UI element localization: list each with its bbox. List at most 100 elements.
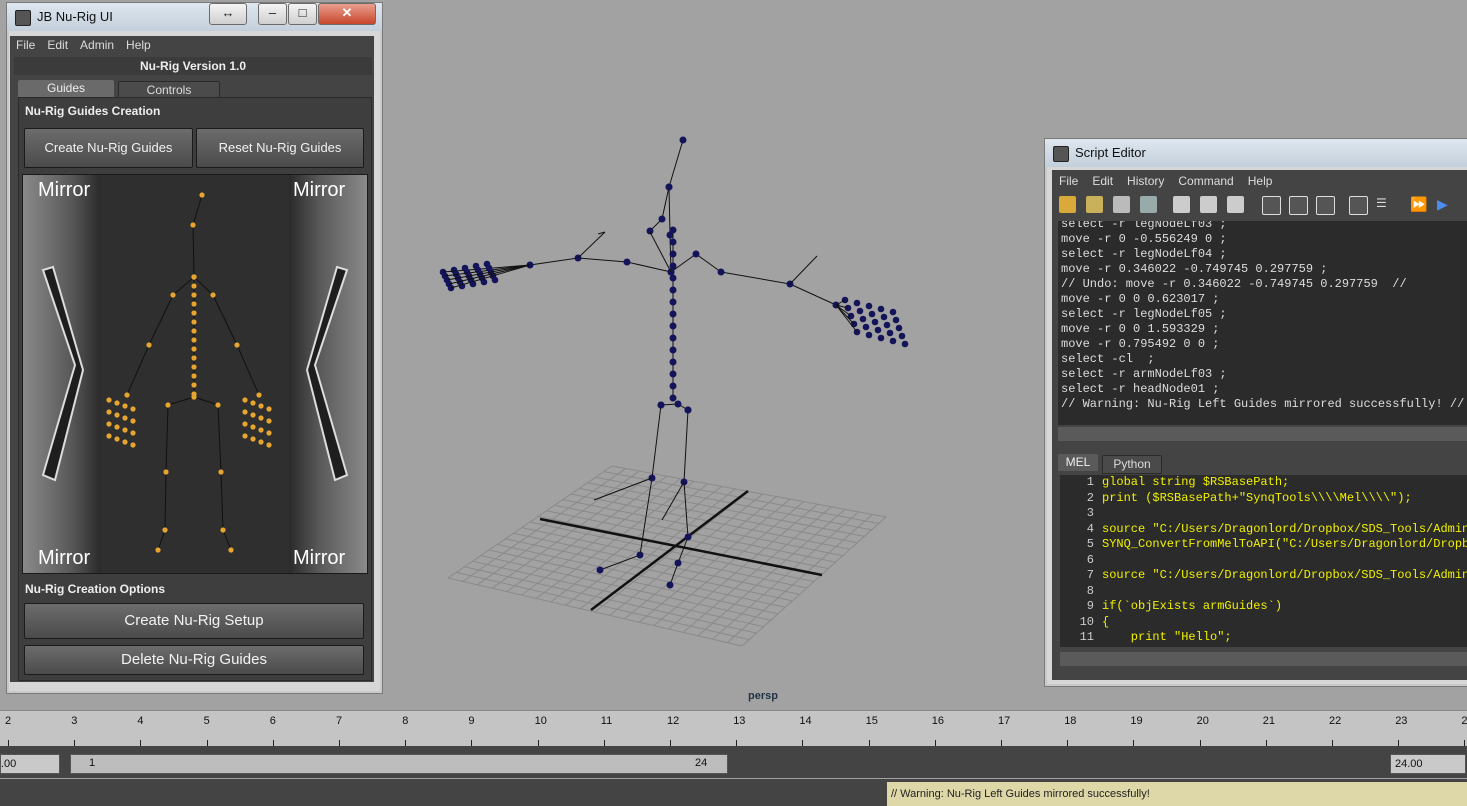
picker-joint[interactable] [191, 373, 197, 379]
reset-guides-button[interactable]: Reset Nu-Rig Guides [196, 128, 364, 168]
picker-joint[interactable] [191, 382, 197, 388]
picker-joint[interactable] [250, 412, 256, 418]
picker-joint[interactable] [155, 547, 161, 553]
close-button[interactable]: ✕ [318, 3, 376, 25]
picker-joint[interactable] [250, 436, 256, 442]
save-script-icon[interactable] [1113, 196, 1130, 213]
picker-joint[interactable] [191, 292, 197, 298]
se-menu-help[interactable]: Help [1241, 172, 1280, 188]
picker-joint[interactable] [130, 430, 136, 436]
picker-joint[interactable] [191, 328, 197, 334]
create-setup-button[interactable]: Create Nu-Rig Setup [24, 603, 364, 639]
picker-joint[interactable] [210, 292, 216, 298]
picker-joint[interactable] [266, 442, 272, 448]
picker-joint[interactable] [250, 424, 256, 430]
show-history-icon[interactable] [1262, 196, 1281, 215]
picker-joint[interactable] [215, 402, 221, 408]
picker-joint[interactable] [258, 427, 264, 433]
picker-joint[interactable] [114, 424, 120, 430]
picker-joint[interactable] [106, 409, 112, 415]
script-editor-titlebar[interactable]: Script Editor [1045, 139, 1467, 167]
source-script-icon[interactable] [1086, 196, 1103, 213]
clear-all-icon[interactable] [1227, 196, 1244, 213]
picker-joint[interactable] [199, 192, 205, 198]
mirror-top-left[interactable]: Mirror [38, 179, 90, 202]
picker-joint[interactable] [190, 222, 196, 228]
time-slider[interactable]: 2 3 4 5 6 7 8 9 10 11 12 13 14 15 16 17 18 19 20 21 22 23 2 [0, 710, 1467, 746]
se-menu-file[interactable]: File [1052, 172, 1085, 188]
picker-joint[interactable] [266, 430, 272, 436]
picker-joint[interactable] [242, 409, 248, 415]
mirror-bottom-left[interactable]: Mirror [38, 547, 90, 570]
picker-joint[interactable] [191, 310, 197, 316]
picker-joint[interactable] [266, 418, 272, 424]
tab-python[interactable]: Python [1102, 455, 1162, 474]
delete-guides-button[interactable]: Delete Nu-Rig Guides [24, 645, 364, 675]
picker-joint[interactable] [146, 342, 152, 348]
picker-joint[interactable] [170, 292, 176, 298]
create-guides-button[interactable]: Create Nu-Rig Guides [24, 128, 193, 168]
picker-joint[interactable] [228, 547, 234, 553]
picker-joint[interactable] [114, 400, 120, 406]
history-pane[interactable]: select -r legNodeLf03 ; move -r 0 -0.5562… [1058, 221, 1467, 425]
picker-joint[interactable] [242, 397, 248, 403]
save-to-shelf-icon[interactable] [1140, 196, 1157, 213]
show-input-icon[interactable] [1289, 196, 1308, 215]
picker-joint[interactable] [191, 346, 197, 352]
picker-joint[interactable] [130, 442, 136, 448]
picker-joint[interactable] [122, 415, 128, 421]
picker-joint[interactable] [122, 427, 128, 433]
echo-commands-icon[interactable] [1349, 196, 1368, 215]
code-input-pane[interactable]: 1 global string $RSBasePath; 2 print ($RSBa… [1060, 475, 1467, 647]
picker-joint[interactable] [258, 439, 264, 445]
mirror-top-right[interactable]: Mirror [293, 179, 345, 202]
tab-guides[interactable]: Guides [18, 80, 114, 97]
picker-joint[interactable] [250, 400, 256, 406]
se-menu-history[interactable]: History [1120, 172, 1171, 188]
open-script-icon[interactable] [1059, 196, 1076, 213]
maximize-button[interactable]: □ [288, 3, 317, 25]
picker-joint[interactable] [130, 418, 136, 424]
input-scrollbar[interactable] [1060, 652, 1467, 666]
range-slider[interactable]: 1 24 [70, 754, 728, 774]
picker-joint[interactable] [258, 415, 264, 421]
clear-history-icon[interactable] [1173, 196, 1190, 213]
picker-joint[interactable] [191, 337, 197, 343]
picker-joint[interactable] [106, 397, 112, 403]
picker-joint[interactable] [191, 355, 197, 361]
picker-joint[interactable] [191, 319, 197, 325]
se-menu-command[interactable]: Command [1171, 172, 1240, 188]
menu-file[interactable]: File [10, 36, 41, 52]
menu-admin[interactable]: Admin [74, 36, 120, 52]
tab-mel[interactable]: MEL [1058, 454, 1098, 471]
picker-joint[interactable] [220, 527, 226, 533]
picker-joint[interactable] [242, 421, 248, 427]
picker-joint[interactable] [106, 433, 112, 439]
show-both-icon[interactable] [1316, 196, 1335, 215]
picker-joint[interactable] [122, 403, 128, 409]
start-time-field[interactable]: .00 [0, 754, 60, 774]
picker-joint[interactable] [191, 283, 197, 289]
picker-joint[interactable] [191, 394, 197, 400]
picker-joint[interactable] [106, 421, 112, 427]
picker-joint[interactable] [258, 403, 264, 409]
se-menu-edit[interactable]: Edit [1085, 172, 1120, 188]
picker-joint[interactable] [234, 342, 240, 348]
menu-help[interactable]: Help [120, 36, 157, 52]
picker-joint[interactable] [191, 301, 197, 307]
minimize-button[interactable]: – [258, 3, 287, 25]
execute-all-icon[interactable]: ⏩ [1410, 196, 1427, 213]
line-numbers-icon[interactable]: ☰ [1376, 196, 1393, 213]
picker-joint[interactable] [165, 402, 171, 408]
picker-joint[interactable] [162, 527, 168, 533]
picker-joint[interactable] [122, 439, 128, 445]
end-time-field[interactable]: 24.00 [1390, 754, 1466, 774]
picker-joint[interactable] [130, 406, 136, 412]
clear-input-icon[interactable] [1200, 196, 1217, 213]
resize-button[interactable]: ↔ [209, 3, 247, 25]
picker-joint[interactable] [114, 412, 120, 418]
menu-edit[interactable]: Edit [41, 36, 74, 52]
history-scrollbar[interactable] [1058, 427, 1467, 441]
mirror-bottom-right[interactable]: Mirror [293, 547, 345, 570]
picker-joint[interactable] [266, 406, 272, 412]
